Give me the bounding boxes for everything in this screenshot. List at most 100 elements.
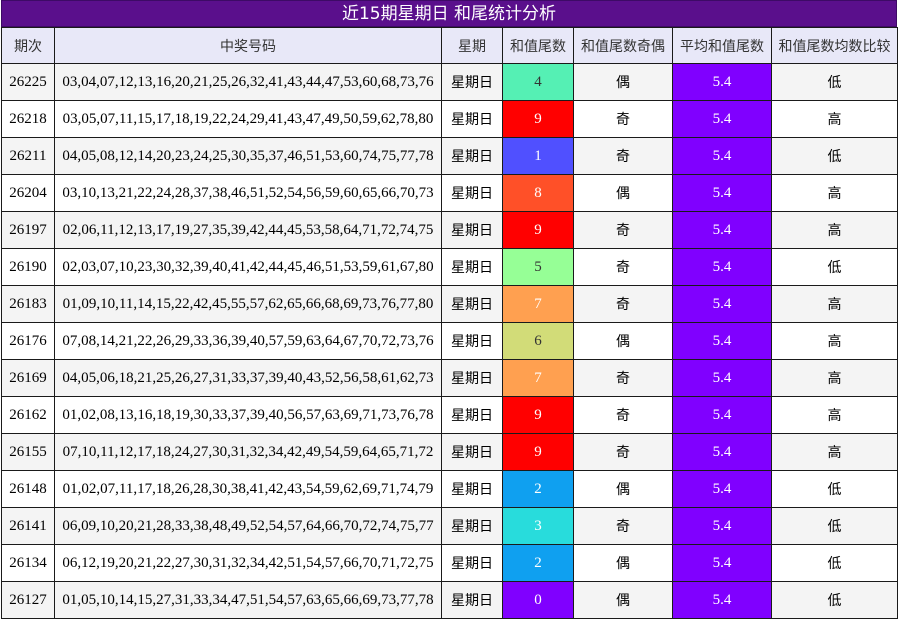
table-row: 26204 03,10,13,21,22,24,28,37,38,46,51,52… xyxy=(1,174,898,212)
tail-cell: 2 xyxy=(502,470,574,508)
avg-cell: 5.4 xyxy=(672,470,772,508)
tail-cell: 9 xyxy=(502,211,574,249)
avg-cell: 5.4 xyxy=(672,359,772,397)
avg-cell: 5.4 xyxy=(672,322,772,360)
compare-cell: 高 xyxy=(771,174,898,212)
period-cell: 26218 xyxy=(1,100,55,138)
parity-cell: 奇 xyxy=(573,507,673,545)
numbers-cell: 01,05,10,14,15,27,31,33,34,47,51,54,57,6… xyxy=(54,581,442,619)
period-cell: 26169 xyxy=(1,359,55,397)
compare-cell: 高 xyxy=(771,100,898,138)
weekday-cell: 星期日 xyxy=(441,211,503,249)
avg-cell: 5.4 xyxy=(672,396,772,434)
tail-cell: 7 xyxy=(502,359,574,397)
period-cell: 26176 xyxy=(1,322,55,360)
avg-cell: 5.4 xyxy=(672,174,772,212)
tail-cell: 5 xyxy=(502,248,574,286)
numbers-cell: 07,08,14,21,22,26,29,33,36,39,40,57,59,6… xyxy=(54,322,442,360)
period-cell: 26211 xyxy=(1,137,55,175)
stats-panel: 近15期星期日 和尾统计分析 期次 中奖号码 星期 和值尾数 和值尾数奇偶 平均… xyxy=(1,0,898,619)
compare-cell: 高 xyxy=(771,285,898,323)
table-row: 26176 07,08,14,21,22,26,29,33,36,39,40,57… xyxy=(1,322,898,360)
avg-cell: 5.4 xyxy=(672,63,772,101)
compare-cell: 高 xyxy=(771,359,898,397)
table-row: 26127 01,05,10,14,15,27,31,33,34,47,51,54… xyxy=(1,581,898,619)
weekday-cell: 星期日 xyxy=(441,100,503,138)
table-row: 26183 01,09,10,11,14,15,22,42,45,55,57,62… xyxy=(1,285,898,323)
tail-cell: 6 xyxy=(502,322,574,360)
avg-cell: 5.4 xyxy=(672,285,772,323)
weekday-cell: 星期日 xyxy=(441,396,503,434)
period-cell: 26141 xyxy=(1,507,55,545)
table-row: 26211 04,05,08,12,14,20,23,24,25,30,35,37… xyxy=(1,137,898,175)
header-row: 期次 中奖号码 星期 和值尾数 和值尾数奇偶 平均和值尾数 和值尾数均数比较 xyxy=(1,27,898,64)
table-row: 26190 02,03,07,10,23,30,32,39,40,41,42,44… xyxy=(1,248,898,286)
period-cell: 26190 xyxy=(1,248,55,286)
avg-cell: 5.4 xyxy=(672,544,772,582)
table-row: 26155 07,10,11,12,17,18,24,27,30,31,32,34… xyxy=(1,433,898,471)
weekday-cell: 星期日 xyxy=(441,581,503,619)
table-body: 26225 03,04,07,12,13,16,20,21,25,26,32,41… xyxy=(1,63,898,619)
compare-cell: 高 xyxy=(771,433,898,471)
compare-cell: 高 xyxy=(771,211,898,249)
period-cell: 26204 xyxy=(1,174,55,212)
header-parity: 和值尾数奇偶 xyxy=(573,27,673,64)
table-row: 26218 03,05,07,11,15,17,18,19,22,24,29,41… xyxy=(1,100,898,138)
compare-cell: 低 xyxy=(771,63,898,101)
period-cell: 26197 xyxy=(1,211,55,249)
parity-cell: 偶 xyxy=(573,174,673,212)
parity-cell: 奇 xyxy=(573,248,673,286)
parity-cell: 奇 xyxy=(573,396,673,434)
parity-cell: 偶 xyxy=(573,322,673,360)
tail-cell: 1 xyxy=(502,137,574,175)
avg-cell: 5.4 xyxy=(672,248,772,286)
table-row: 26141 06,09,10,20,21,28,33,38,48,49,52,54… xyxy=(1,507,898,545)
compare-cell: 低 xyxy=(771,248,898,286)
table-row: 26134 06,12,19,20,21,22,27,30,31,32,34,42… xyxy=(1,544,898,582)
parity-cell: 奇 xyxy=(573,100,673,138)
parity-cell: 偶 xyxy=(573,63,673,101)
numbers-cell: 01,02,08,13,16,18,19,30,33,37,39,40,56,5… xyxy=(54,396,442,434)
parity-cell: 奇 xyxy=(573,137,673,175)
compare-cell: 低 xyxy=(771,581,898,619)
avg-cell: 5.4 xyxy=(672,211,772,249)
weekday-cell: 星期日 xyxy=(441,285,503,323)
compare-cell: 低 xyxy=(771,507,898,545)
parity-cell: 奇 xyxy=(573,433,673,471)
numbers-cell: 02,03,07,10,23,30,32,39,40,41,42,44,45,4… xyxy=(54,248,442,286)
tail-cell: 8 xyxy=(502,174,574,212)
tail-cell: 3 xyxy=(502,507,574,545)
weekday-cell: 星期日 xyxy=(441,322,503,360)
weekday-cell: 星期日 xyxy=(441,137,503,175)
numbers-cell: 07,10,11,12,17,18,24,27,30,31,32,34,42,4… xyxy=(54,433,442,471)
weekday-cell: 星期日 xyxy=(441,248,503,286)
header-compare: 和值尾数均数比较 xyxy=(771,27,898,64)
compare-cell: 高 xyxy=(771,322,898,360)
numbers-cell: 06,09,10,20,21,28,33,38,48,49,52,54,57,6… xyxy=(54,507,442,545)
table-row: 26148 01,02,07,11,17,18,26,28,30,38,41,42… xyxy=(1,470,898,508)
period-cell: 26162 xyxy=(1,396,55,434)
compare-cell: 低 xyxy=(771,137,898,175)
tail-cell: 2 xyxy=(502,544,574,582)
tail-cell: 9 xyxy=(502,433,574,471)
table-title: 近15期星期日 和尾统计分析 xyxy=(1,0,897,27)
table-row: 26225 03,04,07,12,13,16,20,21,25,26,32,41… xyxy=(1,63,898,101)
numbers-cell: 06,12,19,20,21,22,27,30,31,32,34,42,51,5… xyxy=(54,544,442,582)
weekday-cell: 星期日 xyxy=(441,507,503,545)
numbers-cell: 03,04,07,12,13,16,20,21,25,26,32,41,43,4… xyxy=(54,63,442,101)
tail-cell: 4 xyxy=(502,63,574,101)
compare-cell: 高 xyxy=(771,396,898,434)
numbers-cell: 03,05,07,11,15,17,18,19,22,24,29,41,43,4… xyxy=(54,100,442,138)
tail-cell: 7 xyxy=(502,285,574,323)
period-cell: 26225 xyxy=(1,63,55,101)
numbers-cell: 04,05,06,18,21,25,26,27,31,33,37,39,40,4… xyxy=(54,359,442,397)
parity-cell: 偶 xyxy=(573,470,673,508)
numbers-cell: 04,05,08,12,14,20,23,24,25,30,35,37,46,5… xyxy=(54,137,442,175)
header-numbers: 中奖号码 xyxy=(54,27,442,64)
parity-cell: 奇 xyxy=(573,285,673,323)
period-cell: 26134 xyxy=(1,544,55,582)
avg-cell: 5.4 xyxy=(672,100,772,138)
compare-cell: 低 xyxy=(771,544,898,582)
period-cell: 26127 xyxy=(1,581,55,619)
parity-cell: 奇 xyxy=(573,359,673,397)
